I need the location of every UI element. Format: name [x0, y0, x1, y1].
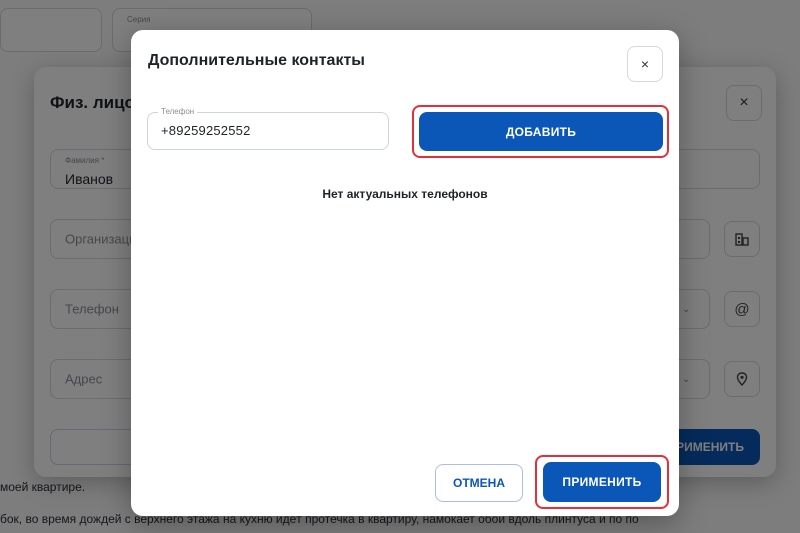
- phone-input-label: Телефон: [158, 107, 198, 116]
- dialog-title: Дополнительные контакты: [148, 52, 365, 69]
- dialog-close-button[interactable]: ×: [627, 46, 663, 82]
- additional-contacts-dialog: Дополнительные контакты × Телефон +89259…: [131, 30, 679, 516]
- phone-input-value: +89259252552: [161, 123, 251, 138]
- apply-button[interactable]: ПРИМЕНИТЬ: [543, 462, 661, 502]
- empty-phones-message: Нет актуальных телефонов: [322, 187, 488, 201]
- cancel-button[interactable]: ОТМЕНА: [435, 464, 523, 502]
- close-icon: ×: [640, 56, 650, 72]
- add-button[interactable]: ДОБАВИТЬ: [419, 112, 663, 151]
- phone-input[interactable]: Телефон +89259252552: [147, 107, 389, 150]
